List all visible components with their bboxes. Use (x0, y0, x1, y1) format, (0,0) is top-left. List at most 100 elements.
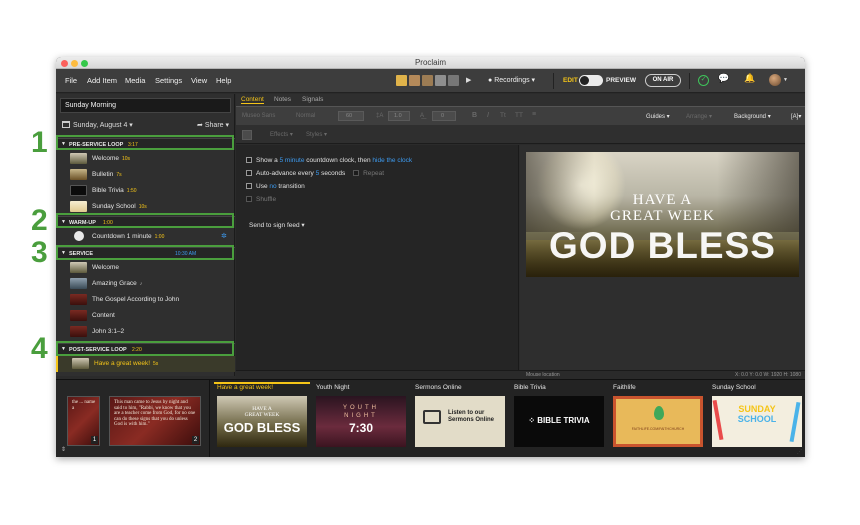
font-family-select[interactable]: Museo Sans (242, 113, 275, 119)
list-item[interactable]: John 3:1–2 (56, 324, 235, 340)
edit-preview-toggle[interactable] (579, 75, 603, 86)
expand-icon[interactable]: ⇕ (61, 446, 66, 453)
on-air-button[interactable]: ON AIR (645, 74, 681, 87)
share-button[interactable]: ➦ Share ▾ (197, 121, 229, 129)
list-item[interactable]: Bible Trivia 1:50 (56, 183, 235, 199)
text-box-icon[interactable]: [A]▾ (791, 113, 801, 120)
title-bar: Proclaim (56, 57, 805, 69)
chat-icon[interactable]: 💬 (718, 73, 729, 84)
tab-content[interactable]: Content (241, 96, 264, 104)
option-text: transition (278, 183, 305, 190)
list-item[interactable]: Content (56, 308, 235, 324)
library-item[interactable]: Youth Night YOUTH NIGHT 7:30 (313, 382, 406, 452)
divider (689, 73, 690, 89)
transition-checkbox[interactable] (246, 183, 252, 189)
library-item-title: Sermons Online (415, 384, 462, 391)
avatar[interactable] (769, 74, 781, 86)
align-icon[interactable]: ≡ (532, 111, 536, 118)
recordings-menu[interactable]: ● Recordings ▾ (488, 76, 535, 84)
background-menu[interactable]: Background ▾ (734, 113, 771, 120)
letter-spacing-field[interactable]: 0 (432, 111, 456, 121)
all-caps-button[interactable]: TT (515, 112, 523, 119)
bottom-strip: the ... name a 1 This man came to Jesus … (56, 379, 805, 457)
auto-advance-checkbox[interactable] (246, 170, 252, 176)
callout-number-4: 4 (31, 332, 48, 365)
slide-text-line3[interactable]: GOD BLESS (526, 225, 799, 267)
recent-slide-thumb[interactable] (448, 75, 459, 86)
font-weight-select[interactable]: Normal (296, 113, 315, 119)
font-size-field[interactable]: 60 (338, 111, 364, 121)
repeat-checkbox[interactable] (353, 170, 360, 176)
item-label: Welcome (92, 264, 119, 271)
library-item[interactable]: Have a great week! HAVE A GREAT WEEK GOD … (214, 382, 310, 452)
item-slide-thumb[interactable]: This man came to Jesus by night and said… (109, 396, 201, 446)
resize-grip-icon[interactable]: ⋰ (797, 449, 802, 455)
recent-slide-thumb[interactable] (396, 75, 407, 86)
tab-signals[interactable]: Signals (302, 96, 323, 103)
thumb-caption: ⁘ BIBLE TRIVIA (528, 416, 590, 425)
styles-menu[interactable]: Styles ▾ (306, 131, 327, 138)
hide-clock-link[interactable]: hide the clock (372, 157, 412, 164)
recent-slide-thumb[interactable] (422, 75, 433, 86)
guides-menu[interactable]: Guides ▾ (646, 113, 670, 120)
list-item[interactable]: Countdown 1 minute 1:00 ✲ (56, 229, 235, 245)
line-height-field[interactable]: 1.0 (388, 111, 410, 121)
minute-link[interactable]: 5 minute (280, 157, 305, 164)
recent-slide-thumb[interactable] (435, 75, 446, 86)
seconds-link[interactable]: 5 (316, 170, 320, 177)
slide-thumbnail (70, 294, 87, 305)
bold-button[interactable]: B (472, 112, 477, 119)
library-item[interactable]: Sermons Online Listen to our Sermons Onli… (412, 382, 505, 452)
library-item[interactable]: Sunday School SUNDAY SCHOOL (709, 382, 802, 452)
library-item[interactable]: Faithlife FAITHLIFE.COM/FAITHCHURCH (610, 382, 703, 452)
gear-icon[interactable]: ✲ (221, 232, 227, 240)
library-item-title: Have a great week! (217, 384, 274, 391)
chevron-down-icon[interactable]: ▼ (783, 77, 788, 83)
shuffle-checkbox[interactable] (246, 196, 252, 202)
list-item[interactable]: Bulletin 7s (56, 167, 235, 183)
transition-option: Use no transition (246, 183, 305, 194)
menu-help[interactable]: Help (216, 76, 231, 85)
sign-feed-menu[interactable]: Send to sign feed ▾ (249, 221, 305, 232)
bell-icon[interactable]: 🔔 (744, 73, 755, 84)
slide-thumbnail (70, 326, 87, 337)
menu-view[interactable]: View (191, 76, 207, 85)
item-slide-thumb[interactable]: the ... name a 1 (67, 396, 100, 446)
arrange-menu[interactable]: Arrange ▾ (686, 113, 712, 120)
menu-settings[interactable]: Settings (155, 76, 182, 85)
option-text: Auto-advance every (256, 170, 314, 177)
checkmark-status-icon[interactable]: ✓ (698, 75, 709, 86)
library-thumbnail: FAITHLIFE.COM/FAITHCHURCH (613, 396, 703, 447)
recent-slide-thumb[interactable] (409, 75, 420, 86)
list-item[interactable]: The Gospel According to John (56, 292, 235, 308)
service-title-field[interactable]: Sunday Morning (60, 98, 231, 113)
effects-menu[interactable]: Effects ▾ (270, 131, 293, 138)
list-item[interactable]: Welcome (56, 260, 235, 276)
slide-options-panel: Show a 5 minute countdown clock, then hi… (236, 145, 519, 370)
small-caps-button[interactable]: Tt (500, 112, 506, 119)
list-item-selected[interactable]: Have a great week! 5s (56, 356, 235, 372)
editor-tabs: Content Notes Signals (236, 94, 805, 106)
item-label: John 3:1–2 (92, 328, 125, 335)
play-icon[interactable]: ▶ (466, 76, 471, 84)
library-item-title: Youth Night (316, 384, 350, 391)
menu-add-item[interactable]: Add Item (87, 76, 117, 85)
menu-media[interactable]: Media (125, 76, 145, 85)
italic-button[interactable]: I (487, 112, 489, 119)
list-item[interactable]: Amazing Grace ♪ (56, 276, 235, 292)
slide-text-line2[interactable]: GREAT WEEK (526, 208, 799, 225)
countdown-checkbox[interactable] (246, 157, 252, 163)
slide-text-line1[interactable]: HAVE A (526, 192, 799, 209)
share-icon: ➦ (197, 122, 205, 129)
transition-link[interactable]: no (269, 183, 276, 190)
color-swatch[interactable] (242, 130, 252, 140)
library-item[interactable]: Bible Trivia ⁘ BIBLE TRIVIA (511, 382, 604, 452)
date-selector[interactable]: Sunday, August 4 ▾ (73, 121, 133, 129)
slide-thumbnail (70, 262, 87, 273)
menu-file[interactable]: File (65, 76, 77, 85)
slide-preview[interactable]: HAVE A GREAT WEEK GOD BLESS (526, 152, 799, 277)
tab-notes[interactable]: Notes (274, 96, 291, 103)
list-item[interactable]: Welcome 10s (56, 151, 235, 167)
option-text: seconds (321, 170, 346, 177)
item-label: Countdown 1 minute 1:00 (92, 233, 165, 240)
